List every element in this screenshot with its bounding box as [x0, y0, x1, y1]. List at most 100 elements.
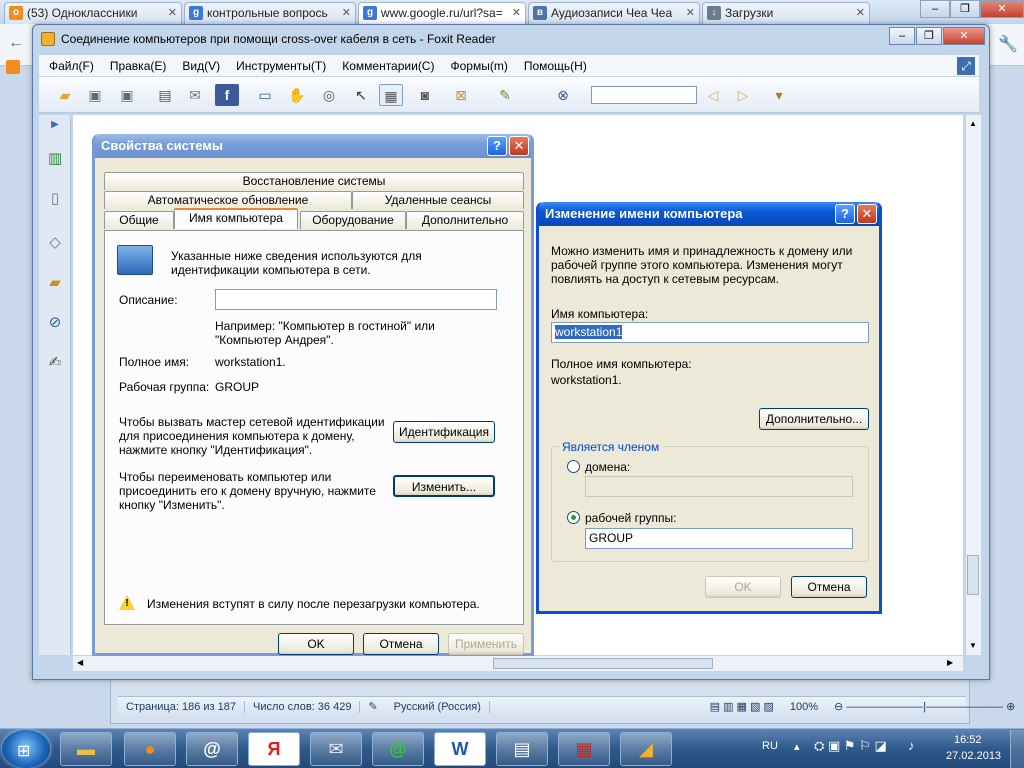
ok-button[interactable]: OK: [278, 633, 354, 655]
search-options-icon[interactable]: ▾: [767, 84, 791, 106]
minimize-icon[interactable]: –: [920, 0, 950, 18]
computer-name-field[interactable]: workstation1: [551, 322, 869, 343]
show-desktop-button[interactable]: [1010, 730, 1024, 768]
hand-tool-icon[interactable]: ✋: [285, 84, 309, 106]
tab-advanced[interactable]: Дополнительно: [406, 211, 524, 229]
spellcheck-icon[interactable]: ✎: [360, 700, 385, 713]
tray-expand-icon[interactable]: ▴: [794, 740, 800, 753]
volume-icon[interactable]: ♪: [908, 738, 915, 753]
bookmarks-icon[interactable]: ▥: [45, 149, 65, 171]
tab-hardware[interactable]: Оборудование: [300, 211, 406, 229]
tab-automatic-updates[interactable]: Автоматическое обновление: [104, 191, 352, 209]
layers-icon[interactable]: ◇: [45, 233, 65, 255]
text-select-icon[interactable]: ◎: [317, 84, 341, 106]
menu-tools[interactable]: Инструменты(T): [230, 59, 332, 73]
find-next-icon[interactable]: ▷: [731, 84, 755, 106]
save-all-icon[interactable]: ▣: [115, 84, 139, 106]
domain-radio[interactable]: [567, 460, 580, 473]
menu-edit[interactable]: Правка(E): [104, 59, 173, 73]
foxit-taskbar-icon[interactable]: ◢: [620, 732, 672, 766]
clock-time[interactable]: 16:52: [954, 734, 982, 746]
open-folder-icon[interactable]: ▰: [53, 84, 77, 106]
tab-computer-name[interactable]: Имя компьютера: [174, 208, 298, 229]
ok-button[interactable]: OK: [705, 576, 781, 598]
minimize-icon[interactable]: –: [889, 27, 915, 45]
restore-icon[interactable]: ❐: [950, 0, 980, 18]
clock-date[interactable]: 27.02.2013: [946, 750, 1001, 762]
close-tab-icon[interactable]: ✕: [686, 6, 695, 19]
page-count[interactable]: Страница: 186 из 187: [118, 700, 245, 713]
view-buttons[interactable]: ▤ ▥ ▦ ▧ ▨: [702, 700, 782, 713]
fullscreen-icon[interactable]: ⤢: [957, 56, 975, 75]
signature-icon[interactable]: ✍: [45, 353, 65, 375]
email-icon[interactable]: ✉: [183, 84, 207, 106]
search-input[interactable]: [591, 86, 697, 104]
mail-taskbar-icon[interactable]: ✉: [310, 732, 362, 766]
browser-tab-odnoklassniki[interactable]: о (53) Одноклассники ✕: [4, 2, 182, 24]
browser-tab-downloads[interactable]: ↓ Загрузки ✕: [702, 2, 870, 24]
scroll-right-icon[interactable]: ▶: [947, 658, 953, 667]
scroll-left-icon[interactable]: ◀: [77, 658, 83, 667]
close-tab-icon[interactable]: ✕: [342, 6, 351, 19]
scroll-thumb[interactable]: [967, 555, 979, 595]
wrench-icon[interactable]: 🔧: [998, 34, 1018, 54]
workgroup-radio[interactable]: [567, 511, 580, 524]
close-tab-icon[interactable]: ✕: [856, 6, 865, 19]
close-icon[interactable]: ✕: [509, 136, 529, 156]
explorer-taskbar-icon[interactable]: ▬: [60, 732, 112, 766]
workgroup-field[interactable]: GROUP: [585, 528, 853, 549]
snapshot-icon[interactable]: ◙: [413, 84, 437, 106]
more-button[interactable]: Дополнительно...: [759, 408, 869, 430]
browser-tab-audio[interactable]: в Аудиозаписи Чеа Чеа ✕: [528, 2, 700, 24]
vertical-scrollbar[interactable]: ▲ ▼: [965, 115, 981, 655]
pages-icon[interactable]: ▯: [45, 189, 65, 211]
tray-app-icons[interactable]: ⛭ ▣ ⚑ ⚐ ◪: [814, 738, 887, 754]
monitor-icon[interactable]: ▭: [253, 84, 277, 106]
email-at-taskbar-icon[interactable]: @: [186, 732, 238, 766]
help-icon[interactable]: ?: [835, 204, 855, 224]
browser-tab-questions[interactable]: g контрольные вопрось ✕: [184, 2, 356, 24]
start-button[interactable]: ⊞: [2, 730, 50, 768]
browser-taskbar-icon[interactable]: ●: [124, 732, 176, 766]
close-tab-icon[interactable]: ✕: [512, 6, 521, 19]
print-icon[interactable]: ▤: [153, 84, 177, 106]
change-button[interactable]: Изменить...: [393, 475, 495, 497]
help-icon[interactable]: ?: [487, 136, 507, 156]
close-icon[interactable]: ✕: [980, 0, 1024, 18]
close-icon[interactable]: ✕: [857, 204, 877, 224]
tab-general[interactable]: Общие: [104, 211, 174, 229]
save-icon[interactable]: ▣: [83, 84, 107, 106]
horizontal-scrollbar[interactable]: ◀ ▶: [73, 655, 963, 671]
attachment-icon[interactable]: ⊘: [45, 313, 65, 335]
close-tab-icon[interactable]: ✕: [168, 6, 177, 19]
zoom-level[interactable]: 100%: [782, 701, 826, 713]
winrar-taskbar-icon[interactable]: ▦: [558, 732, 610, 766]
restore-icon[interactable]: ❐: [916, 27, 942, 45]
comments-icon[interactable]: ▰: [45, 273, 65, 295]
language-indicator[interactable]: Русский (Россия): [386, 700, 490, 713]
browser-tab-google[interactable]: g www.google.ru/url?sa= ✕: [358, 2, 526, 24]
menu-file[interactable]: Файл(F): [43, 59, 100, 73]
apply-button[interactable]: Применить: [448, 633, 524, 655]
word-taskbar-icon[interactable]: W: [434, 732, 486, 766]
hscroll-thumb[interactable]: [493, 658, 713, 669]
scroll-down-icon[interactable]: ▼: [969, 641, 977, 650]
yandex-taskbar-icon[interactable]: Я: [248, 732, 300, 766]
word-count[interactable]: Число слов: 36 429: [245, 700, 361, 713]
publisher-taskbar-icon[interactable]: ▤: [496, 732, 548, 766]
binoculars-icon[interactable]: ⊗: [551, 84, 575, 106]
icq-taskbar-icon[interactable]: @: [372, 732, 424, 766]
menu-comments[interactable]: Комментарии(C): [336, 59, 440, 73]
close-icon[interactable]: ✕: [943, 27, 985, 45]
cancel-button[interactable]: Отмена: [791, 576, 867, 598]
document-icon[interactable]: ▦: [379, 84, 403, 106]
zoom-slider[interactable]: ⊖ ———————|——————— ⊕: [826, 700, 1015, 713]
language-indicator[interactable]: RU: [762, 740, 778, 752]
tab-remote-sessions[interactable]: Удаленные сеансы: [352, 191, 524, 209]
rms-icon[interactable]: ⊠: [449, 84, 473, 106]
tab-system-restore[interactable]: Восстановление системы: [104, 172, 524, 190]
back-arrow-icon[interactable]: ←: [8, 34, 24, 52]
facebook-icon[interactable]: f: [215, 84, 239, 106]
expand-panel-icon[interactable]: ▶: [45, 119, 65, 141]
menu-help[interactable]: Помощь(H): [518, 59, 593, 73]
